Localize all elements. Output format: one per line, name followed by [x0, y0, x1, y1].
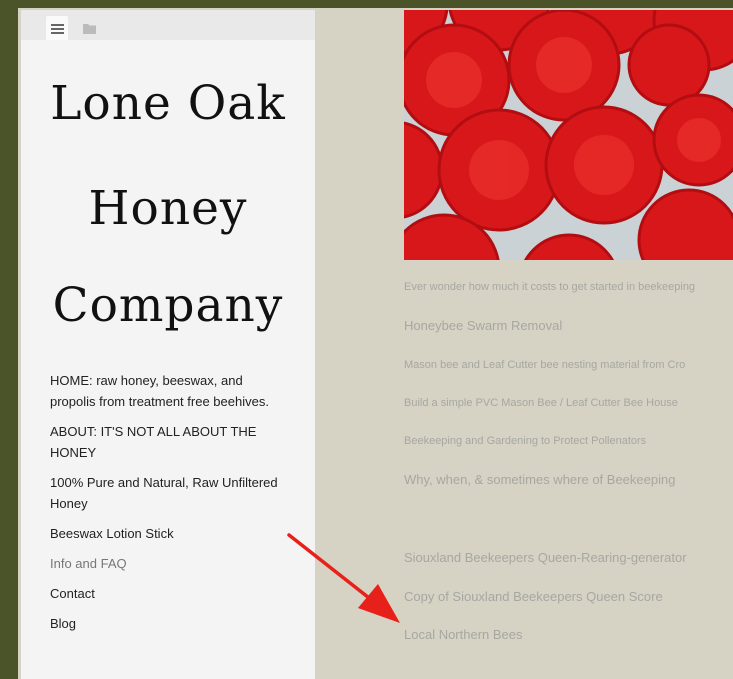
- link-why-when-where[interactable]: Why, when, & sometimes where of Beekeepi…: [404, 472, 675, 487]
- site-logo-line-2[interactable]: Honey: [21, 185, 315, 232]
- sidebar-nav: HOME: raw honey, beeswax, and propolis f…: [50, 370, 290, 643]
- sidebar: Lone Oak Honey Company HOME: raw honey, …: [21, 10, 315, 679]
- site-logo-line-3[interactable]: Company: [21, 282, 315, 329]
- nav-item-about[interactable]: ABOUT: IT'S NOT ALL ABOUT THE HONEY: [50, 421, 290, 463]
- link-mason-bee-nesting[interactable]: Mason bee and Leaf Cutter bee nesting ma…: [404, 359, 685, 371]
- nav-item-blog[interactable]: Blog: [50, 613, 290, 634]
- site-logo-line-1[interactable]: Lone Oak: [21, 80, 315, 127]
- honeycomb-image: [404, 10, 733, 260]
- nav-item-info-faq[interactable]: Info and FAQ: [50, 553, 290, 574]
- link-pvc-bee-house[interactable]: Build a simple PVC Mason Bee / Leaf Cutt…: [404, 397, 678, 409]
- link-beekeeping-costs[interactable]: Ever wonder how much it costs to get sta…: [404, 281, 695, 293]
- link-swarm-removal[interactable]: Honeybee Swarm Removal: [404, 318, 562, 333]
- link-queen-rearing-generator[interactable]: Siouxland Beekeepers Queen-Rearing-gener…: [404, 550, 687, 565]
- nav-item-contact[interactable]: Contact: [50, 583, 290, 604]
- nav-item-lotion-stick[interactable]: Beeswax Lotion Stick: [50, 523, 290, 544]
- nav-item-raw-honey[interactable]: 100% Pure and Natural, Raw Unfiltered Ho…: [50, 472, 290, 514]
- link-gardening-pollenators[interactable]: Beekeeping and Gardening to Protect Poll…: [404, 435, 646, 447]
- page-frame: Lone Oak Honey Company HOME: raw honey, …: [18, 8, 733, 679]
- link-local-northern-bees[interactable]: Local Northern Bees: [404, 627, 523, 642]
- folder-icon[interactable]: [78, 16, 100, 40]
- sidebar-toolbar: [21, 10, 315, 40]
- link-queen-score[interactable]: Copy of Siouxland Beekeepers Queen Score: [404, 589, 663, 604]
- nav-item-home[interactable]: HOME: raw honey, beeswax, and propolis f…: [50, 370, 290, 412]
- menu-icon[interactable]: [46, 16, 68, 40]
